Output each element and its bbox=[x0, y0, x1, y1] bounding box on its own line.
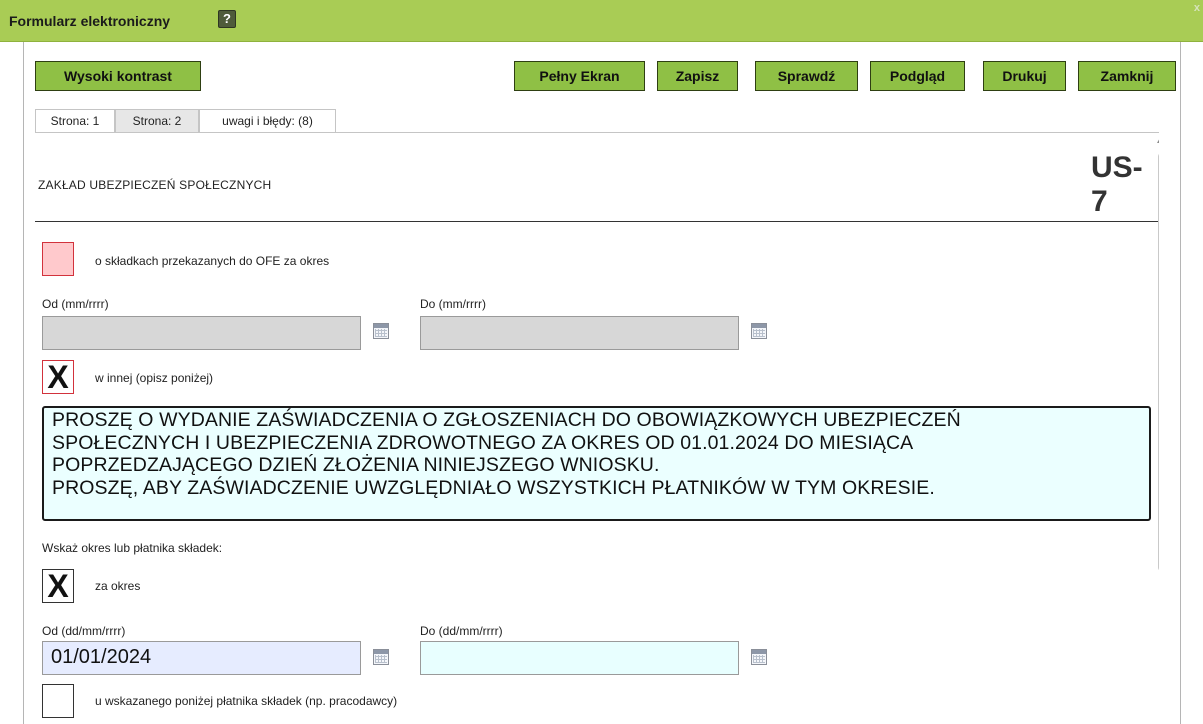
print-button[interactable]: Drukuj bbox=[983, 61, 1066, 91]
close-icon[interactable]: x bbox=[1194, 2, 1200, 14]
payer-checkbox[interactable] bbox=[42, 684, 74, 718]
ofe-from-label: Od (mm/rrrr) bbox=[42, 297, 109, 311]
check-button[interactable]: Sprawdź bbox=[755, 61, 858, 91]
scrollbar-thumb[interactable] bbox=[1158, 153, 1159, 571]
close-button[interactable]: Zamknij bbox=[1078, 61, 1176, 91]
save-button[interactable]: Zapisz bbox=[657, 61, 738, 91]
period-to-field[interactable] bbox=[420, 641, 739, 675]
window-title: Formularz elektroniczny bbox=[9, 13, 171, 29]
period-checkbox[interactable]: X bbox=[42, 569, 74, 603]
other-label: w innej (opisz poniżej) bbox=[95, 371, 214, 385]
calendar-icon[interactable] bbox=[751, 649, 767, 665]
window-titlebar: Formularz elektroniczny ? x bbox=[0, 0, 1203, 42]
tab-page-2[interactable]: Strona: 2 bbox=[115, 109, 199, 132]
ofe-to-field[interactable] bbox=[420, 316, 739, 350]
period-from-field[interactable]: 01/01/2024 bbox=[42, 641, 361, 675]
other-description-textarea[interactable]: PROSZĘ O WYDANIE ZAŚWIADCZENIA O ZGŁOSZE… bbox=[42, 406, 1151, 521]
ofe-checkbox[interactable] bbox=[42, 242, 74, 276]
header-divider bbox=[35, 221, 1159, 222]
ofe-from-field[interactable] bbox=[42, 316, 361, 350]
help-icon[interactable]: ? bbox=[218, 10, 236, 28]
payer-label: u wskazanego poniżej płatnika składek (n… bbox=[95, 694, 398, 708]
form-code: US-7 bbox=[1091, 151, 1143, 218]
scroll-up-arrow[interactable] bbox=[1157, 136, 1159, 143]
fullscreen-button[interactable]: Pełny Ekran bbox=[514, 61, 645, 91]
calendar-icon[interactable] bbox=[751, 323, 767, 339]
form-content: ZAKŁAD UBEZPIECZEŃ SPOŁECZNYCH US-7 o sk… bbox=[35, 133, 1159, 724]
organization-name: ZAKŁAD UBEZPIECZEŃ SPOŁECZNYCH bbox=[38, 178, 272, 192]
calendar-icon[interactable] bbox=[373, 323, 389, 339]
other-checkbox[interactable]: X bbox=[42, 360, 74, 394]
high-contrast-button[interactable]: Wysoki kontrast bbox=[35, 61, 201, 91]
period-question: Wskaż okres lub płatnika składek: bbox=[42, 541, 223, 555]
tab-page-1[interactable]: Strona: 1 bbox=[35, 109, 115, 132]
period-to-label: Do (dd/mm/rrrr) bbox=[420, 624, 503, 638]
calendar-icon[interactable] bbox=[373, 649, 389, 665]
ofe-to-label: Do (mm/rrrr) bbox=[420, 297, 486, 311]
ofe-label: o składkach przekazanych do OFE za okres bbox=[95, 254, 330, 268]
period-from-label: Od (dd/mm/rrrr) bbox=[42, 624, 126, 638]
period-label: za okres bbox=[95, 579, 141, 593]
preview-button[interactable]: Podgląd bbox=[870, 61, 965, 91]
tab-notes-errors[interactable]: uwagi i błędy: (8) bbox=[199, 109, 336, 132]
